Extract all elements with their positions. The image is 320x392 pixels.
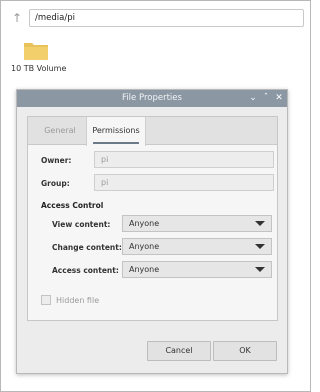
dropdown-arrow-icon: [255, 221, 265, 226]
access-content-value: Anyone: [129, 265, 160, 274]
view-content-label: View content:: [52, 220, 111, 229]
dropdown-arrow-icon: [255, 244, 265, 249]
chevron-down-icon[interactable]: ⌄: [249, 90, 257, 107]
tab-bar: General Permissions: [28, 117, 277, 146]
access-content-select[interactable]: Anyone: [122, 261, 272, 278]
window-controls: ⌄ ˆ ✕: [249, 90, 283, 107]
change-content-select[interactable]: Anyone: [122, 238, 272, 255]
change-content-value: Anyone: [129, 242, 160, 251]
view-content-select[interactable]: Anyone: [122, 215, 272, 232]
close-icon[interactable]: ✕: [275, 90, 283, 107]
hidden-file-checkbox[interactable]: [41, 295, 51, 305]
dialog-title: File Properties: [122, 93, 182, 103]
path-input[interactable]: /media/pi: [29, 9, 304, 27]
cancel-button[interactable]: Cancel: [147, 341, 211, 361]
hidden-file-label[interactable]: Hidden file: [56, 296, 99, 305]
dialog-titlebar[interactable]: File Properties ⌄ ˆ ✕: [17, 90, 287, 107]
file-properties-dialog: File Properties ⌄ ˆ ✕ General Permission…: [16, 89, 288, 374]
access-control-title: Access Control: [41, 201, 104, 210]
dropdown-arrow-icon: [255, 267, 265, 272]
ok-button[interactable]: OK: [213, 341, 277, 361]
dialog-content: General Permissions Owner: pi Group: pi …: [27, 116, 278, 321]
group-field[interactable]: pi: [94, 174, 274, 191]
screenshot-frame: ↑ /media/pi 10 TB Volume File Properties…: [0, 0, 311, 392]
access-content-label: Access content:: [52, 266, 119, 275]
folder-label[interactable]: 10 TB Volume: [11, 64, 66, 73]
view-content-value: Anyone: [129, 219, 160, 228]
up-arrow-icon[interactable]: ↑: [10, 10, 24, 26]
tab-general[interactable]: General: [42, 117, 78, 145]
folder-icon[interactable]: [23, 39, 49, 61]
chevron-up-icon[interactable]: ˆ: [262, 90, 270, 107]
group-label: Group:: [41, 179, 70, 188]
change-content-label: Change content:: [52, 243, 122, 252]
owner-field[interactable]: pi: [94, 151, 274, 168]
tab-permissions[interactable]: Permissions: [86, 117, 146, 146]
owner-label: Owner:: [41, 156, 72, 165]
